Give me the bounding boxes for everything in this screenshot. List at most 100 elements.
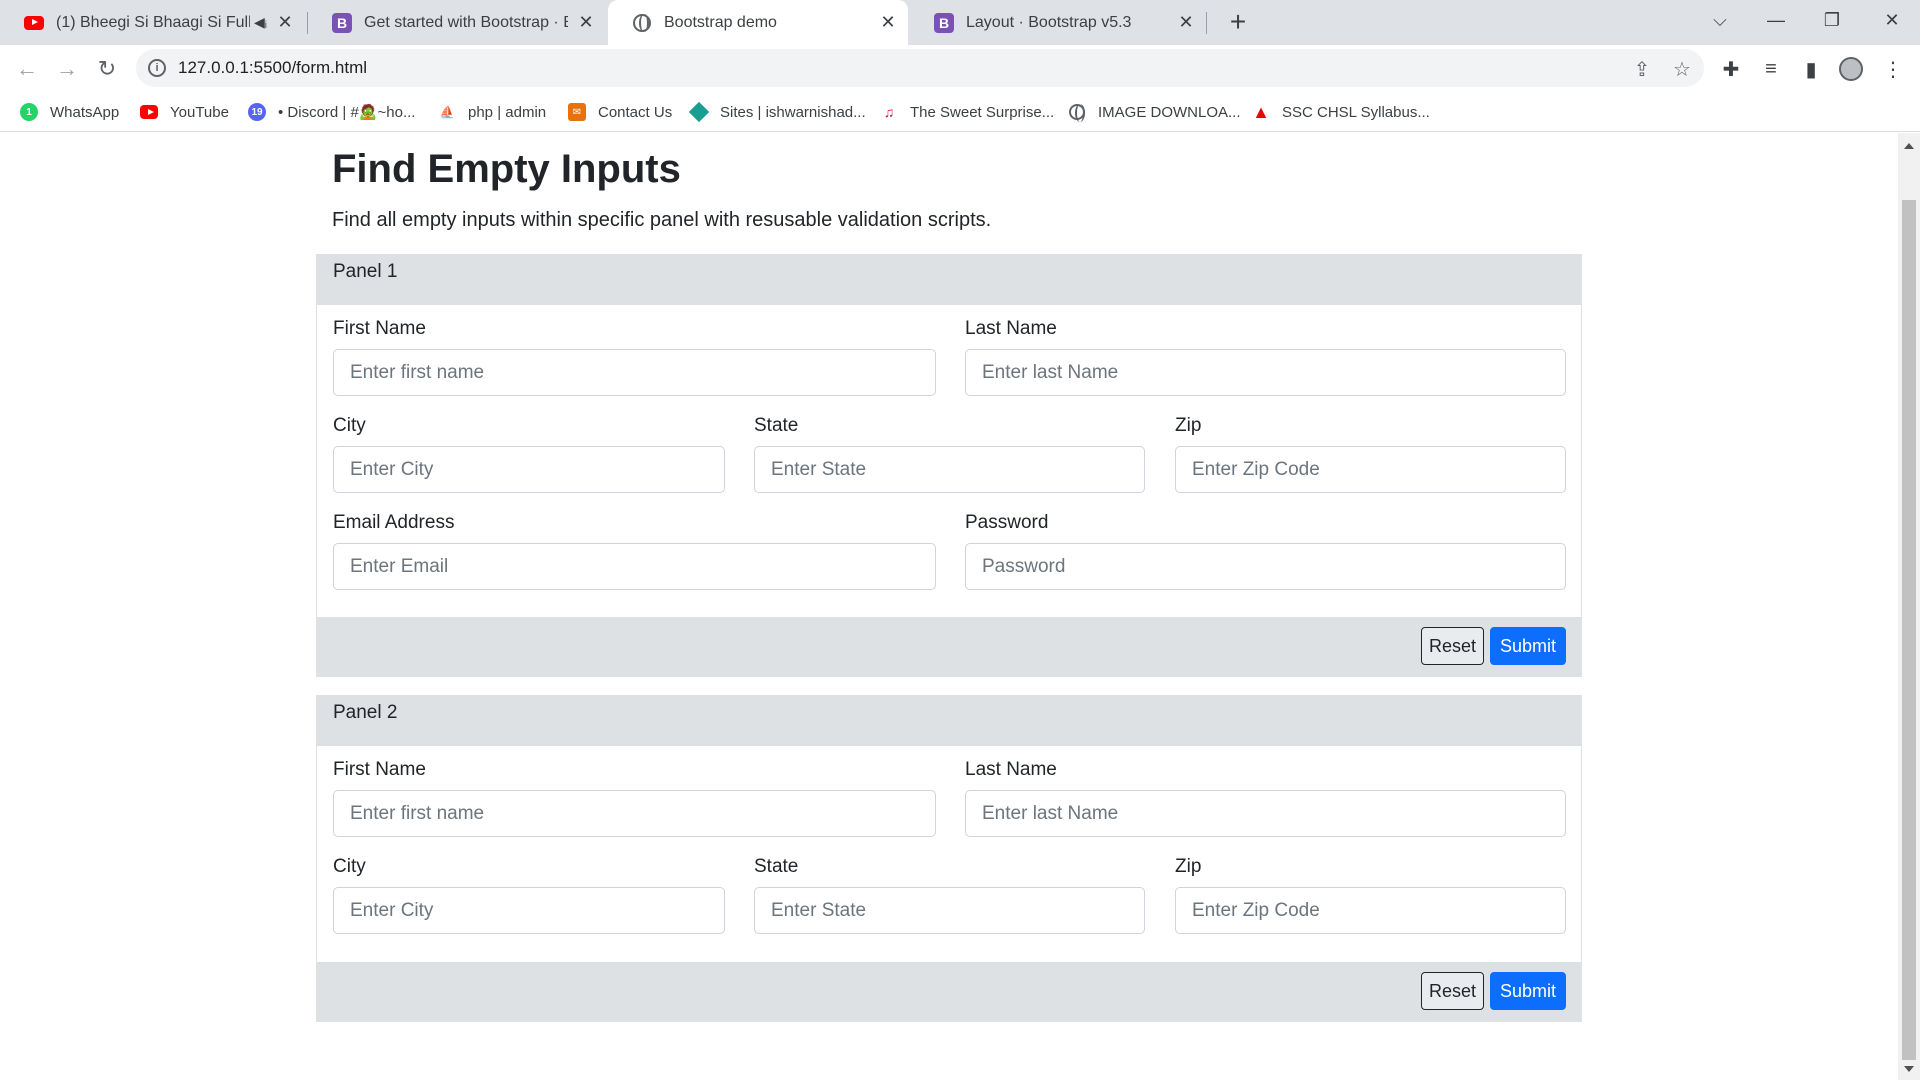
password-group: Password (965, 511, 1566, 590)
media-controls-icon[interactable]: ≡ (1758, 56, 1784, 82)
restore-icon[interactable]: ❐ (1804, 0, 1860, 40)
bookmark-image-download[interactable]: IMAGE DOWNLOA... (1068, 100, 1241, 124)
page-viewport: Find Empty Inputs Find all empty inputs … (0, 133, 1898, 1080)
page-title: Find Empty Inputs (332, 147, 681, 191)
share-icon[interactable]: ⇪ (1630, 57, 1654, 81)
email-input[interactable] (333, 543, 936, 590)
state-input[interactable] (754, 446, 1145, 493)
first-name-group: First Name (333, 317, 936, 396)
state-group: State (754, 855, 1145, 934)
tab-title: Layout · Bootstrap v5.3 (966, 13, 1132, 31)
scroll-up-arrow-icon[interactable] (1904, 143, 1914, 149)
bookmark-label: Contact Us (598, 103, 673, 121)
side-panel-icon[interactable]: ▮ (1798, 56, 1824, 82)
adobe-icon: ▲ (1252, 101, 1270, 122)
last-name-input[interactable] (965, 349, 1566, 396)
password-label: Password (965, 512, 1049, 533)
bookmark-sweet-surprise[interactable]: ♫ The Sweet Surprise... (880, 100, 1054, 124)
globe-icon (632, 13, 652, 33)
tab-bootstrap-get-started[interactable]: B Get started with Bootstrap · Boot ✕ (308, 0, 606, 45)
globe-icon (1068, 103, 1086, 122)
tab-youtube-video[interactable]: (1) Bheegi Si Bhaagi Si Full Vi ◀ᵢ ✕ (0, 0, 305, 45)
tab-separator (1206, 12, 1207, 34)
close-icon[interactable]: ✕ (275, 12, 295, 33)
city-label: City (333, 415, 366, 436)
close-icon[interactable]: ✕ (576, 12, 596, 33)
last-name-label: Last Name (965, 759, 1057, 780)
address-bar[interactable]: i 127.0.0.1:5500/form.html ⇪ ☆ (136, 49, 1704, 87)
more-menu-icon[interactable]: ⋮ (1880, 56, 1906, 82)
first-name-group: First Name (333, 758, 936, 837)
minimize-icon[interactable]: — (1748, 0, 1804, 40)
contact-icon: ✉ (568, 103, 586, 121)
panel-1: Panel 1 First Name Last Name City State (316, 254, 1582, 677)
bookmark-label: SSC CHSL Syllabus... (1282, 103, 1430, 121)
reset-button[interactable]: Reset (1421, 972, 1484, 1010)
new-tab-plus-icon[interactable]: + (1222, 6, 1254, 38)
panel-2: Panel 2 First Name Last Name City State (316, 695, 1582, 1022)
bookmark-label: YouTube (170, 103, 229, 121)
discord-icon: 19 (248, 103, 266, 121)
window-close-icon[interactable]: ✕ (1864, 0, 1920, 40)
bookmark-label: WhatsApp (50, 103, 120, 121)
panel-body: First Name Last Name City State Zip (317, 305, 1581, 617)
bookmark-label: IMAGE DOWNLOA... (1098, 103, 1241, 121)
panel-header: Panel 2 (317, 696, 1581, 746)
email-label: Email Address (333, 512, 455, 533)
state-input[interactable] (754, 887, 1145, 934)
scroll-down-arrow-icon[interactable] (1904, 1066, 1914, 1072)
scrollbar-thumb[interactable] (1902, 200, 1916, 1060)
first-name-input[interactable] (333, 790, 936, 837)
bookmark-sites[interactable]: Sites | ishwarnishad... (688, 100, 866, 124)
tab-title: Bootstrap demo (664, 13, 777, 31)
extensions-puzzle-icon[interactable]: ✚ (1718, 56, 1744, 82)
first-name-input[interactable] (333, 349, 936, 396)
bookmark-youtube[interactable]: YouTube (140, 100, 229, 124)
password-input[interactable] (965, 543, 1566, 590)
site-info-icon[interactable]: i (148, 59, 166, 77)
submit-button[interactable]: Submit (1490, 627, 1566, 665)
zip-input[interactable] (1175, 446, 1566, 493)
zip-label: Zip (1175, 415, 1202, 436)
first-name-label: First Name (333, 318, 426, 339)
tab-bootstrap-layout[interactable]: B Layout · Bootstrap v5.3 ✕ (910, 0, 1206, 45)
back-arrow-icon[interactable]: ← (12, 54, 42, 84)
profile-avatar-icon[interactable] (1838, 56, 1864, 82)
bookmark-phpmyadmin[interactable]: ⛵ php | admin (438, 100, 547, 124)
panel-header: Panel 1 (317, 255, 1581, 305)
city-input[interactable] (333, 887, 725, 934)
bootstrap-icon: B (934, 12, 954, 33)
tab-search-chevron-icon[interactable]: ⌵ (1692, 0, 1748, 40)
bookmark-whatsapp[interactable]: 1 WhatsApp (20, 100, 119, 124)
close-icon[interactable]: ✕ (878, 12, 898, 33)
audio-playing-icon[interactable]: ◀ᵢ (254, 14, 267, 31)
sites-icon (688, 101, 710, 123)
zip-input[interactable] (1175, 887, 1566, 934)
panel-body: First Name Last Name City State Zip (317, 746, 1581, 962)
whatsapp-icon: 1 (20, 103, 38, 121)
city-label: City (333, 856, 366, 877)
close-icon[interactable]: ✕ (1176, 12, 1196, 33)
tab-bootstrap-demo[interactable]: Bootstrap demo ✕ (608, 0, 908, 45)
reset-button[interactable]: Reset (1421, 627, 1484, 665)
bookmark-label: The Sweet Surprise... (910, 103, 1055, 121)
bookmark-ssc-chsl[interactable]: ▲ SSC CHSL Syllabus... (1252, 100, 1430, 124)
last-name-input[interactable] (965, 790, 1566, 837)
state-label: State (754, 415, 799, 436)
city-group: City (333, 414, 725, 493)
vertical-scrollbar[interactable] (1898, 133, 1920, 1080)
sweet-icon: ♫ (883, 104, 895, 120)
reload-icon[interactable]: ↻ (92, 54, 122, 84)
bookmark-star-icon[interactable]: ☆ (1670, 57, 1694, 81)
bookmarks-bar: 1 WhatsApp YouTube 19 • Discord | #🧟~ho.… (0, 92, 1920, 132)
submit-button[interactable]: Submit (1490, 972, 1566, 1010)
tab-title: (1) Bheegi Si Bhaagi Si Full Vi (56, 13, 251, 31)
bookmark-contact-us[interactable]: ✉ Contact Us (568, 100, 672, 124)
address-bar-url[interactable]: 127.0.0.1:5500/form.html (178, 58, 367, 78)
bookmark-discord[interactable]: 19 • Discord | #🧟~ho... (248, 100, 415, 124)
bookmark-label: • Discord | #🧟~ho... (278, 104, 416, 121)
forward-arrow-icon[interactable]: → (52, 54, 82, 84)
page-lead: Find all empty inputs within specific pa… (332, 209, 992, 231)
youtube-icon (140, 103, 158, 121)
city-input[interactable] (333, 446, 725, 493)
